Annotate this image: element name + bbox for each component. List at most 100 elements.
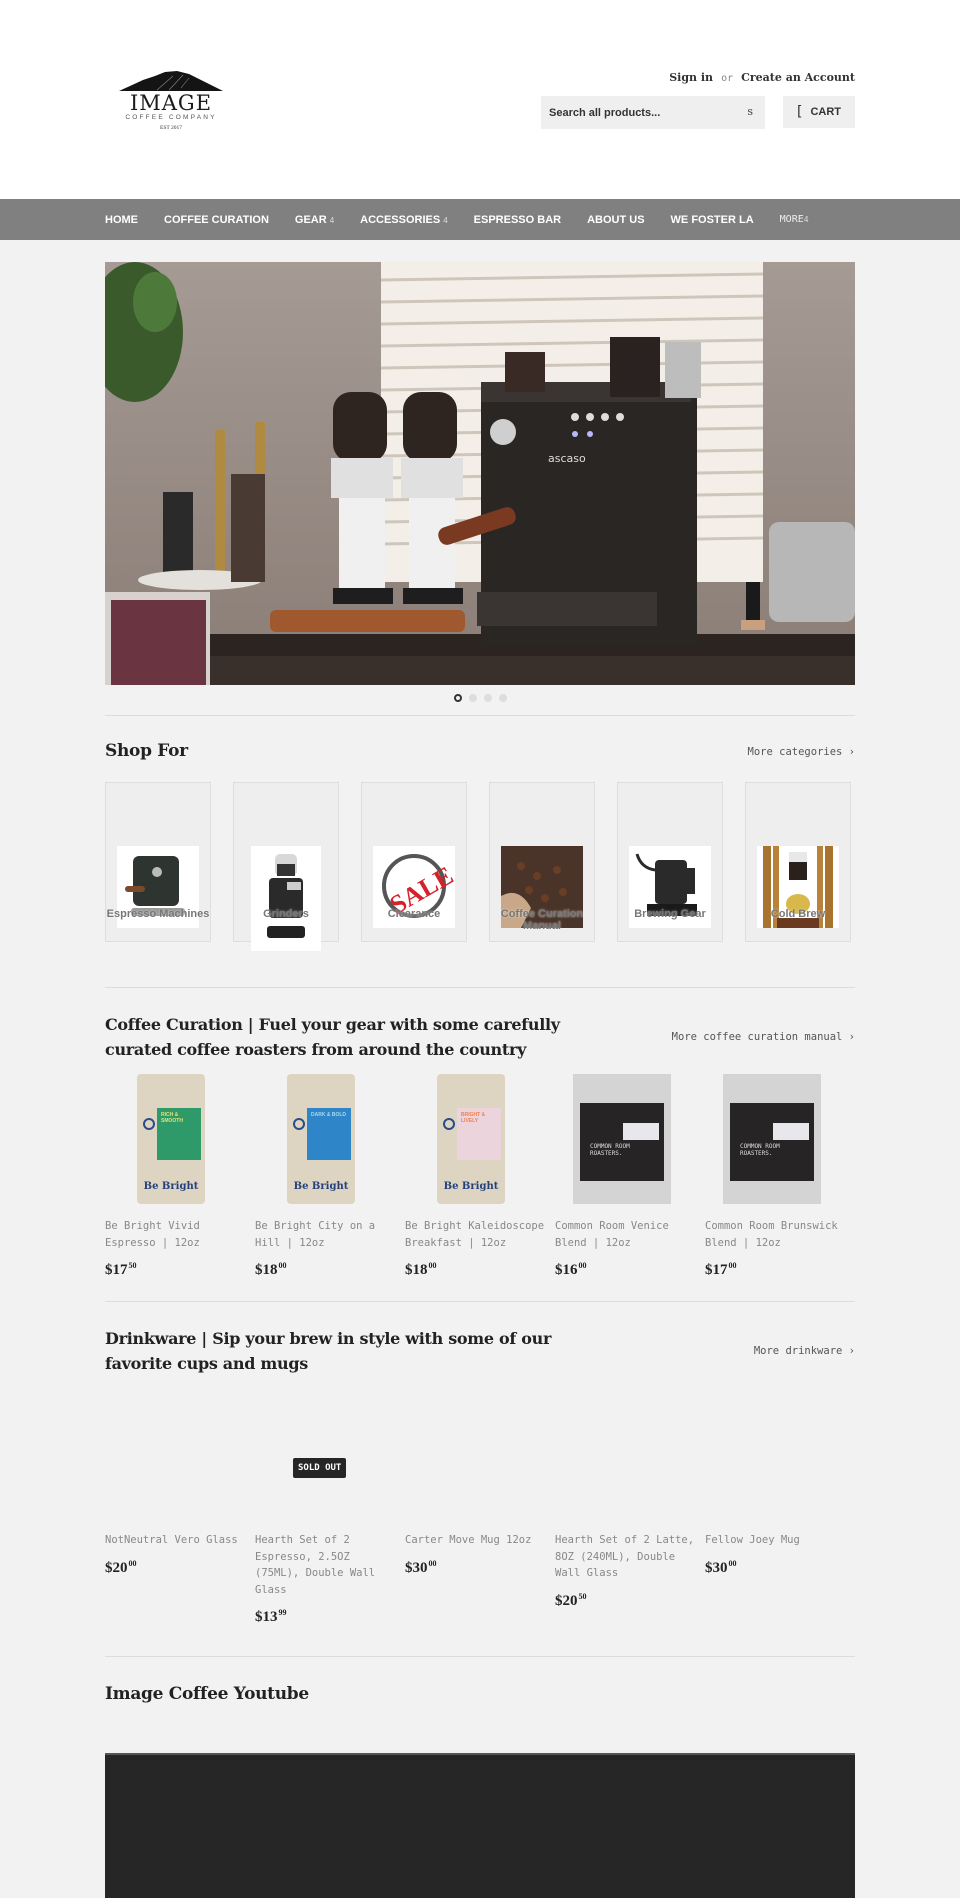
shop-for-section: Shop For More categories › Espresso Mach… — [105, 739, 855, 951]
product-card[interactable]: SOLD OUT Hearth Set of 2 Espresso, 2.5OZ… — [255, 1388, 405, 1626]
product-card[interactable]: Carter Move Mug 12oz $3000 — [405, 1388, 555, 1626]
category-clearance[interactable]: SALE Clearance — [361, 782, 467, 942]
slide-dot-1[interactable] — [453, 694, 462, 702]
nav-item-label: COFFEE CURATION — [164, 213, 269, 226]
logo[interactable]: IMAGE COFFEE COMPANY EST 2017 — [117, 70, 225, 134]
bag-brand: Be Bright — [293, 1181, 349, 1192]
product-image: SOLD OUT — [255, 1388, 405, 1518]
product-name[interactable]: Common Room Brunswick Blend | 12oz — [705, 1218, 845, 1251]
product-name[interactable]: NotNeutral Vero Glass — [105, 1532, 245, 1549]
slide-dot-2[interactable] — [468, 694, 477, 702]
create-account-link[interactable]: Create an Account — [741, 71, 855, 84]
box-text: COMMON ROOM ROASTERS. — [740, 1143, 780, 1157]
bag-brand: Be Bright — [443, 1181, 499, 1192]
product-image: COMMON ROOM ROASTERS. — [705, 1074, 855, 1204]
nav-item-we-foster-la[interactable]: WE FOSTER LA — [671, 214, 754, 226]
product-card[interactable]: DARK & BOLD Be Bright Be Bright City on a… — [255, 1074, 405, 1279]
category-espresso-machines[interactable]: Espresso Machines — [105, 782, 211, 942]
box-text: COMMON ROOM ROASTERS. — [590, 1143, 630, 1157]
more-drinkware-link[interactable]: More drinkware › — [754, 1345, 855, 1357]
product-card[interactable]: RICH & SMOOTH Be Bright Be Bright Vivid E… — [105, 1074, 255, 1279]
product-price: $3000 — [405, 1558, 437, 1576]
product-card[interactable]: BRIGHT & LIVELY Be Bright Be Bright Kalei… — [405, 1074, 555, 1279]
category-coffee-curation-manual[interactable]: Coffee Curation Manual — [489, 782, 595, 942]
nav-item-coffee-curation[interactable]: COFFEE CURATION — [164, 214, 269, 226]
product-price: $1700 — [705, 1261, 737, 1278]
nav-item-more[interactable]: MORE4 — [780, 214, 809, 225]
logo-subtitle: COFFEE COMPANY — [125, 114, 217, 121]
sold-out-badge: SOLD OUT — [293, 1458, 347, 1478]
hero-image: ascaso — [105, 262, 855, 685]
slideshow-dots — [105, 694, 855, 704]
section-divider — [105, 715, 855, 716]
nav-item-label: ACCESSORIES — [360, 213, 441, 226]
product-card[interactable]: COMMON ROOM ROASTERS. Common Room Venice… — [555, 1074, 705, 1279]
product-name[interactable]: Be Bright Kaleidoscope Breakfast | 12oz — [405, 1218, 545, 1251]
youtube-section: Image Coffee Youtube — [105, 1682, 855, 1898]
youtube-video-embed[interactable] — [105, 1753, 855, 1898]
product-price: $2000 — [105, 1558, 137, 1576]
product-price: $1600 — [555, 1261, 587, 1278]
product-image: BRIGHT & LIVELY Be Bright — [405, 1074, 555, 1204]
product-card[interactable]: Fellow Joey Mug $3000 — [705, 1388, 855, 1626]
sign-in-link[interactable]: Sign in — [669, 71, 713, 84]
section-title: Image Coffee Youtube — [105, 1684, 309, 1704]
product-name[interactable]: Be Bright City on a Hill | 12oz — [255, 1218, 395, 1251]
hero-slideshow[interactable]: ascaso — [105, 262, 855, 685]
nav-item-about-us[interactable]: ABOUT US — [587, 214, 644, 226]
search-input[interactable] — [541, 96, 731, 129]
cart-label: CART — [810, 106, 842, 118]
product-name[interactable]: Be Bright Vivid Espresso | 12oz — [105, 1218, 245, 1251]
product-price: $3000 — [705, 1558, 737, 1576]
nav-item-accessories[interactable]: ACCESSORIES 4 — [360, 214, 448, 226]
category-brewing-gear[interactable]: Brewing Gear — [617, 782, 723, 942]
slide-dot-4[interactable] — [498, 694, 507, 702]
cart-button[interactable]: [ CART — [783, 96, 855, 128]
product-image — [555, 1388, 705, 1518]
product-card[interactable]: Hearth Set of 2 Latte, 8OZ (240ML), Doub… — [555, 1388, 705, 1626]
slide-dot-3[interactable] — [483, 694, 492, 702]
cart-icon: [ — [796, 104, 803, 120]
category-label: Espresso Machines — [106, 908, 210, 920]
product-price: $1750 — [105, 1261, 137, 1278]
category-cold-brew[interactable]: Cold Brew — [745, 782, 851, 942]
product-name[interactable]: Common Room Venice Blend | 12oz — [555, 1218, 695, 1251]
product-price: $1800 — [255, 1261, 287, 1278]
product-image: RICH & SMOOTH Be Bright — [105, 1074, 255, 1204]
grinder-icon — [267, 854, 305, 938]
coffee-curation-section: Coffee Curation | Fuel your gear with so… — [105, 1012, 855, 1279]
category-grinders[interactable]: Grinders — [233, 782, 339, 951]
nav-item-home[interactable]: HOME — [105, 214, 138, 226]
product-name[interactable]: Carter Move Mug 12oz — [405, 1532, 545, 1549]
search-box: s — [541, 96, 765, 129]
more-categories-link[interactable]: More categories › — [748, 746, 855, 758]
logo-title: IMAGE — [129, 91, 213, 115]
nav-item-gear[interactable]: GEAR 4 — [295, 214, 334, 226]
category-label: Grinders — [263, 908, 309, 920]
logo-est: EST 2017 — [159, 125, 183, 131]
search-icon[interactable]: s — [747, 105, 753, 118]
or-separator: or — [721, 73, 734, 84]
product-name[interactable]: Fellow Joey Mug — [705, 1532, 845, 1549]
product-image: COMMON ROOM ROASTERS. — [555, 1074, 705, 1204]
bag-label: RICH & SMOOTH — [161, 1112, 183, 1124]
nav-item-espresso-bar[interactable]: ESPRESSO BAR — [474, 214, 561, 226]
nav-item-label: GEAR — [294, 213, 327, 226]
product-name[interactable]: Hearth Set of 2 Espresso, 2.5OZ (75ML), … — [255, 1532, 395, 1598]
more-coffee-curation-link[interactable]: More coffee curation manual › — [672, 1031, 855, 1043]
account-links: Sign in or Create an Account — [669, 71, 855, 84]
mountain-logo-icon — [119, 71, 223, 91]
product-card[interactable]: NotNeutral Vero Glass $2000 — [105, 1388, 255, 1626]
category-label: Clearance — [387, 908, 441, 920]
section-title: Coffee Curation | Fuel your gear with so… — [105, 1015, 560, 1059]
product-card[interactable]: COMMON ROOM ROASTERS. Common Room Brunsw… — [705, 1074, 855, 1279]
nav-item-label: ABOUT US — [587, 213, 645, 226]
nav-item-label: ESPRESSO BAR — [473, 213, 562, 226]
nav-item-label: WE FOSTER LA — [670, 213, 754, 226]
dropdown-caret-icon: 4 — [803, 215, 809, 224]
product-name[interactable]: Hearth Set of 2 Latte, 8OZ (240ML), Doub… — [555, 1532, 695, 1582]
category-label: Cold Brew — [770, 908, 826, 920]
dropdown-caret-icon: 4 — [443, 215, 448, 225]
bag-label: DARK & BOLD — [311, 1112, 346, 1118]
section-divider — [105, 1301, 855, 1302]
